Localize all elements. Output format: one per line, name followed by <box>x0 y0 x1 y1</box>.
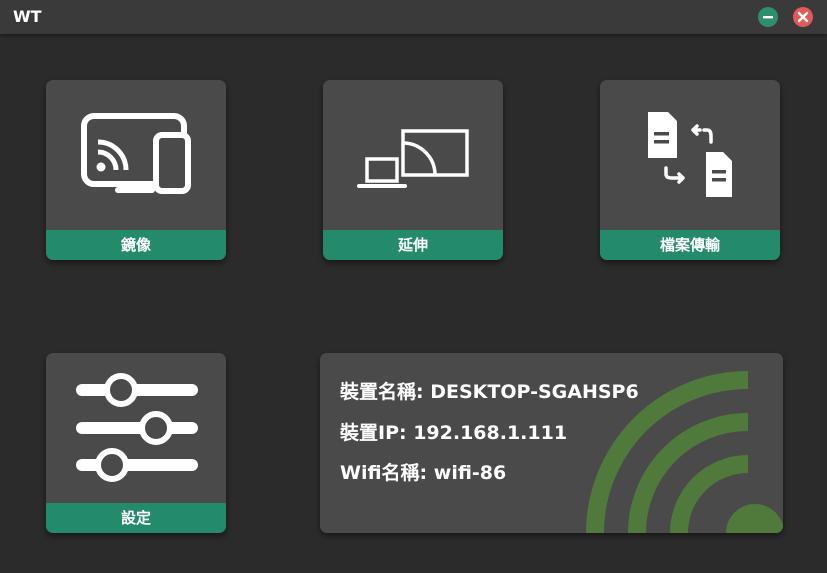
wifi-name-text: Wifi名稱: wifi-86 <box>340 462 507 484</box>
extend-tile[interactable]: 延伸 <box>323 80 503 260</box>
settings-label: 設定 <box>46 503 226 533</box>
extend-display-icon <box>357 129 469 188</box>
close-icon <box>797 11 809 23</box>
sliders-icon <box>76 373 198 482</box>
file-transfer-tile[interactable]: 檔案傳輸 <box>600 80 780 260</box>
minimize-button[interactable] <box>758 7 778 27</box>
extend-label: 延伸 <box>323 230 503 260</box>
title-bar: WT <box>0 0 827 34</box>
app-title: WT <box>13 7 42 26</box>
close-button[interactable] <box>793 7 813 27</box>
file-transfer-label: 檔案傳輸 <box>600 230 780 260</box>
minus-icon <box>763 16 773 19</box>
file-transfer-icon <box>648 112 732 197</box>
device-info-panel: 裝置名稱: DESKTOP-SGAHSP6 裝置IP: 192.168.1.11… <box>320 353 783 533</box>
cast-screen-icon <box>81 113 191 194</box>
mirror-tile[interactable]: 鏡像 <box>46 80 226 260</box>
settings-tile[interactable]: 設定 <box>46 353 226 533</box>
device-ip-text: 裝置IP: 192.168.1.111 <box>340 422 568 444</box>
device-name-text: 裝置名稱: DESKTOP-SGAHSP6 <box>340 381 639 403</box>
mirror-label: 鏡像 <box>46 230 226 260</box>
